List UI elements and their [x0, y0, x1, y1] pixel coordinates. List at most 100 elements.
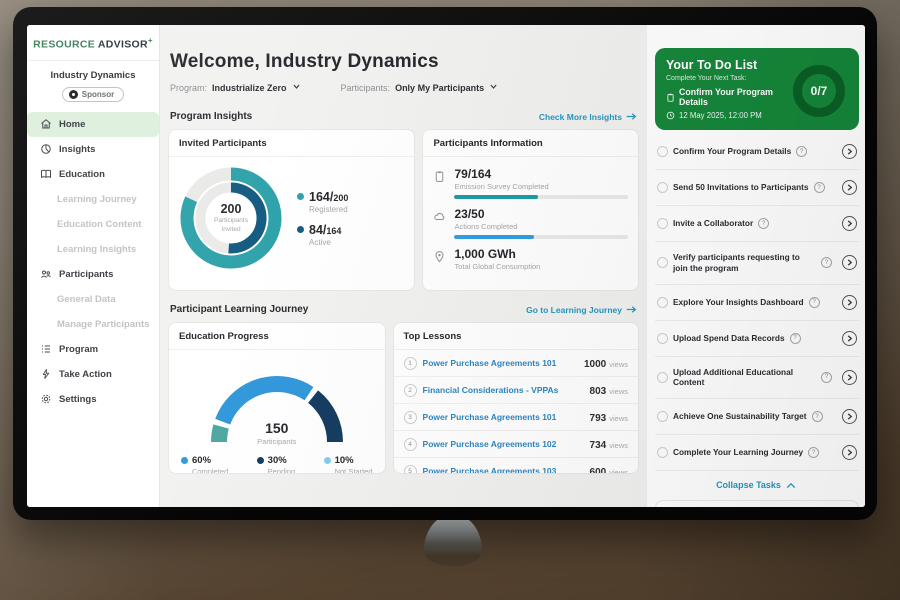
invited-donut-chart: 200 Participants Invited	[175, 162, 287, 274]
task-checkbox[interactable]	[657, 257, 668, 268]
task-open-button[interactable]	[842, 144, 857, 159]
lesson-row: 4Power Purchase Agreements 102734views	[394, 431, 638, 458]
program-filter[interactable]: Program: Industrialize Zero	[170, 82, 301, 93]
education-gauge-chart: 150 Participants	[201, 360, 353, 446]
help-icon[interactable]: ?	[812, 411, 823, 422]
participants-filter[interactable]: Participants: Only My Participants	[341, 82, 499, 93]
task-row[interactable]: Confirm Your Program Details?	[655, 134, 859, 170]
task-open-button[interactable]	[842, 295, 857, 310]
sidebar-item-settings[interactable]: Settings	[27, 387, 159, 412]
pinfo-value: 1,000 GWh	[454, 247, 628, 261]
task-open-button[interactable]	[842, 255, 857, 270]
lesson-title-link[interactable]: Power Purchase Agreements 101	[423, 358, 578, 368]
sidebar-item-program[interactable]: Program	[27, 337, 159, 362]
task-list: Confirm Your Program Details?Send 50 Inv…	[655, 134, 859, 471]
task-checkbox[interactable]	[657, 411, 668, 422]
check-more-insights-link[interactable]: Check More Insights	[539, 112, 637, 122]
sidebar-item-home[interactable]: Home	[27, 112, 159, 137]
lesson-rank: 3	[404, 411, 417, 424]
pinfo-row: 1,000 GWhTotal Global Consumption	[433, 247, 628, 271]
sidebar-item-label: Manage Participants	[57, 319, 149, 330]
sidebar-item-take-action[interactable]: Take Action	[27, 362, 159, 387]
help-icon[interactable]: ?	[809, 297, 820, 308]
sidebar-item-label: Program	[59, 344, 98, 355]
participants-info-card: Participants Information 79/164Emission …	[422, 129, 639, 291]
help-icon[interactable]: ?	[796, 146, 807, 157]
task-label: Invite a Collaborator	[673, 218, 753, 229]
logo-secondary: ADVISOR	[98, 39, 148, 51]
task-open-button[interactable]	[842, 370, 857, 385]
arrow-right-icon	[626, 305, 637, 314]
lesson-rank: 4	[404, 438, 417, 451]
legend-label: Active	[309, 238, 348, 247]
lesson-row: 5Power Purchase Agreements 103600views	[394, 458, 638, 474]
task-checkbox[interactable]	[657, 297, 668, 308]
program-filter-value: Industrialize Zero	[212, 83, 287, 93]
legend-value: 84/164	[309, 223, 341, 237]
sidebar-item-label: Learning Journey	[57, 194, 137, 205]
go-to-learning-journey-link[interactable]: Go to Learning Journey	[526, 305, 637, 315]
todo-due: 12 May 2025, 12:00 PM	[666, 111, 786, 120]
sidebar-item-participants[interactable]: Participants	[27, 262, 159, 287]
task-label: Verify participants requesting to join t…	[673, 252, 816, 274]
help-icon[interactable]: ?	[814, 182, 825, 193]
task-checkbox[interactable]	[657, 333, 668, 344]
legend-item-active: 84/164Active	[297, 223, 348, 247]
task-row[interactable]: Achieve One Sustainability Target?	[655, 399, 859, 435]
education-progress-title: Education Progress	[169, 323, 385, 350]
todo-next-task: Confirm Your Program Details	[666, 87, 786, 107]
task-open-button[interactable]	[842, 180, 857, 195]
task-row[interactable]: Complete Your Learning Journey?	[655, 435, 859, 471]
legend-pct: 30%	[268, 455, 287, 466]
pinfo-row: 79/164Emission Survey Completed	[433, 167, 628, 199]
legend-label: Completed	[192, 467, 228, 474]
lesson-title-link[interactable]: Power Purchase Agreements 103	[423, 466, 584, 474]
sidebar-item-insights[interactable]: Insights	[27, 137, 159, 162]
task-open-button[interactable]	[842, 445, 857, 460]
task-open-button[interactable]	[842, 331, 857, 346]
help-icon[interactable]: ?	[790, 333, 801, 344]
task-row[interactable]: Upload Additional Educational Content?	[655, 357, 859, 400]
sidebar-item-education-content[interactable]: Education Content	[27, 212, 159, 237]
lesson-views: 600views	[590, 462, 628, 474]
sidebar-item-manage-participants[interactable]: Manage Participants	[27, 312, 159, 337]
lesson-title-link[interactable]: Financial Considerations - VPPAs	[423, 385, 584, 395]
task-open-button[interactable]	[842, 216, 857, 231]
education-legend: 60%Completed30%Pending10%Not Started	[169, 446, 385, 474]
collapse-tasks-link[interactable]: Collapse Tasks	[647, 480, 865, 490]
sponsor-icon	[69, 90, 78, 99]
task-open-button[interactable]	[842, 409, 857, 424]
education-progress-card: Education Progress 150 Participants 60%C…	[168, 322, 386, 474]
lesson-views: 1000views	[584, 354, 628, 372]
task-checkbox[interactable]	[657, 447, 668, 458]
help-icon[interactable]: ?	[821, 257, 832, 268]
program-filter-label: Program:	[170, 83, 207, 93]
logo-plus: +	[148, 36, 153, 45]
help-icon[interactable]: ?	[808, 447, 819, 458]
help-icon[interactable]: ?	[821, 372, 832, 383]
help-icon[interactable]: ?	[758, 218, 769, 229]
todo-progress-label: 0/7	[790, 62, 848, 120]
sidebar-item-education[interactable]: Education	[27, 162, 159, 187]
arrow-right-icon	[626, 112, 637, 121]
task-row[interactable]: Send 50 Invitations to Participants?	[655, 170, 859, 206]
legend-dot	[297, 226, 304, 233]
sidebar-item-label: General Data	[57, 294, 116, 305]
task-row[interactable]: Invite a Collaborator?	[655, 206, 859, 242]
task-checkbox[interactable]	[657, 182, 668, 193]
task-checkbox[interactable]	[657, 146, 668, 157]
recent-news-card: Recent News	[655, 500, 859, 507]
sidebar-item-learning-insights[interactable]: Learning Insights	[27, 237, 159, 262]
sidebar-item-general-data[interactable]: General Data	[27, 287, 159, 312]
todo-next-task-label: Confirm Your Program Details	[679, 87, 786, 107]
lesson-title-link[interactable]: Power Purchase Agreements 101	[423, 412, 584, 422]
task-row[interactable]: Explore Your Insights Dashboard?	[655, 285, 859, 321]
lesson-title-link[interactable]: Power Purchase Agreements 102	[423, 439, 584, 449]
task-row[interactable]: Upload Spend Data Records?	[655, 321, 859, 357]
task-checkbox[interactable]	[657, 218, 668, 229]
todo-summary-left: Your To Do List Complete Your Next Task:…	[666, 58, 786, 120]
location-icon	[433, 250, 446, 263]
task-checkbox[interactable]	[657, 372, 668, 383]
sidebar-item-learning-journey[interactable]: Learning Journey	[27, 187, 159, 212]
task-row[interactable]: Verify participants requesting to join t…	[655, 242, 859, 285]
